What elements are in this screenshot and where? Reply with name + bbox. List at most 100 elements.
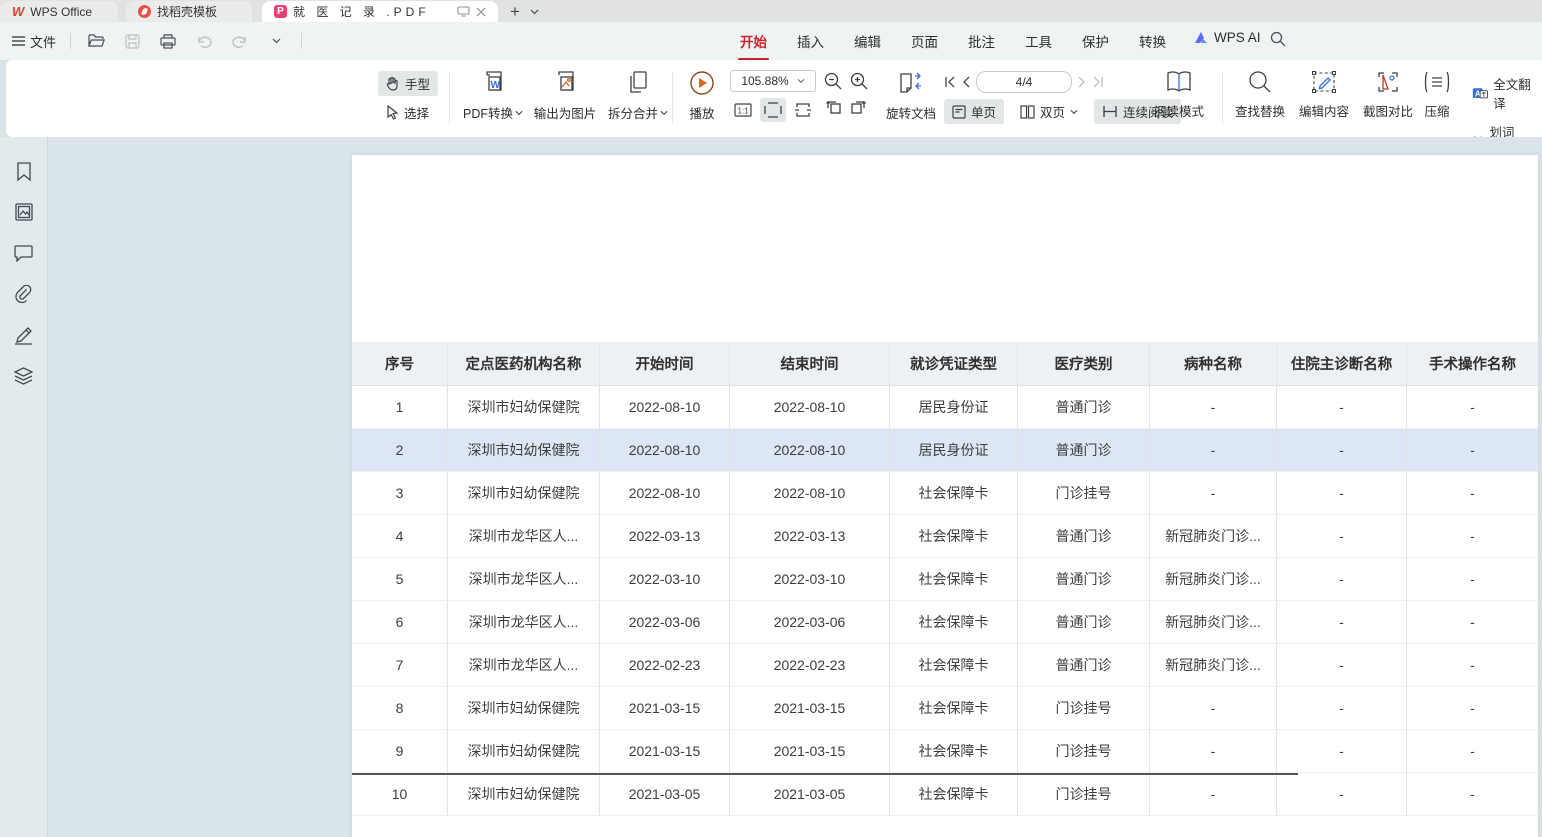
actual-size-button[interactable]: 1:1	[730, 98, 756, 122]
single-page-button[interactable]: 单页	[944, 99, 1004, 124]
rotate-left-icon[interactable]	[824, 98, 842, 114]
first-page-icon[interactable]	[944, 76, 956, 88]
fit-page-button[interactable]	[790, 98, 816, 122]
wps-office-window: W WPS Office 找稻壳模板 P 就 医 记 录 .PDF +	[0, 0, 1542, 837]
zoom-out-icon[interactable]	[824, 72, 842, 90]
table-cell: -	[1407, 515, 1538, 557]
table-cell: 深圳市妇幼保健院	[448, 687, 600, 729]
file-menu-button[interactable]: 文件	[12, 32, 56, 51]
wps-logo-icon: W	[12, 4, 24, 19]
hand-tool-button[interactable]: 手型	[378, 71, 438, 96]
table-cell: 新冠肺炎门诊...	[1150, 558, 1277, 600]
signature-icon[interactable]	[10, 323, 38, 347]
table-header-row: 序号定点医药机构名称开始时间结束时间就诊凭证类型医疗类别病种名称住院主诊断名称手…	[352, 342, 1538, 386]
table-cell: -	[1407, 386, 1538, 428]
search-icon	[1248, 70, 1272, 94]
column-header: 就诊凭证类型	[890, 342, 1018, 385]
tab-docer-templates[interactable]: 找稻壳模板	[126, 1, 252, 22]
menu-item-protect[interactable]: 保护	[1080, 27, 1111, 55]
undo-icon[interactable]	[193, 30, 215, 52]
table-cell: -	[1277, 386, 1407, 428]
read-mode-button[interactable]: 阅读模式	[1148, 70, 1210, 120]
table-cell: 2022-03-13	[730, 515, 890, 557]
table-cell: 门诊挂号	[1018, 472, 1150, 514]
close-tab-icon[interactable]	[476, 7, 486, 17]
book-icon	[1166, 70, 1192, 94]
edit-content-button[interactable]: 编辑内容	[1292, 70, 1356, 120]
select-tool-button[interactable]: 选择	[378, 100, 438, 125]
redo-icon[interactable]	[229, 30, 251, 52]
last-page-icon[interactable]	[1092, 76, 1104, 88]
table-cell: 新冠肺炎门诊...	[1150, 515, 1277, 557]
wps-ai-button[interactable]: WPS AI	[1193, 30, 1261, 45]
table-cell: 深圳市龙华区人...	[448, 601, 600, 643]
menu-item-tools[interactable]: 工具	[1023, 27, 1054, 55]
attachment-icon[interactable]	[10, 282, 38, 306]
table-cell: 社会保障卡	[890, 472, 1018, 514]
table-cell: 8	[352, 687, 448, 729]
wps-ai-logo-icon	[1193, 31, 1209, 45]
continuous-reading-icon	[1102, 105, 1118, 118]
rotate-document-button[interactable]: 旋转文档	[878, 70, 944, 122]
menu-item-edit[interactable]: 编辑	[852, 27, 883, 55]
table-cell: 社会保障卡	[890, 773, 1018, 815]
find-replace-button[interactable]: 查找替换	[1228, 70, 1292, 120]
rotate-right-icon[interactable]	[850, 98, 868, 114]
open-file-icon[interactable]	[85, 30, 107, 52]
menu-item-page[interactable]: 页面	[909, 27, 940, 55]
menu-item-home[interactable]: 开始	[738, 27, 769, 55]
table-cell: 3	[352, 472, 448, 514]
column-header: 病种名称	[1150, 342, 1277, 385]
save-icon[interactable]	[121, 30, 143, 52]
hand-icon	[386, 76, 400, 91]
bookmark-icon[interactable]	[10, 159, 38, 183]
prev-page-icon[interactable]	[962, 76, 970, 88]
menu-item-annotate[interactable]: 批注	[966, 27, 997, 55]
comment-icon[interactable]	[10, 241, 38, 265]
thumbnail-icon[interactable]	[10, 200, 38, 224]
compress-button[interactable]: 压缩	[1414, 70, 1460, 120]
tab-label: 找稻壳模板	[157, 3, 217, 20]
play-button[interactable]: 播放	[680, 70, 724, 122]
table-cell: 2022-08-10	[730, 386, 890, 428]
screenshot-compare-icon	[1375, 70, 1401, 94]
table-row: 3深圳市妇幼保健院2022-08-102022-08-10社会保障卡门诊挂号--…	[352, 472, 1538, 515]
page-number-input[interactable]	[976, 71, 1072, 93]
table-cell: 2021-03-15	[600, 730, 730, 772]
screenshot-compare-button[interactable]: 截图对比	[1356, 70, 1420, 120]
double-page-button[interactable]: 双页	[1012, 99, 1086, 124]
table-cell: 5	[352, 558, 448, 600]
column-header: 手术操作名称	[1407, 342, 1538, 385]
pdf-convert-button[interactable]: W PDF转换	[456, 70, 530, 122]
cursor-icon	[386, 105, 399, 120]
full-text-translate-button[interactable]: A 全文翻译	[1464, 71, 1542, 115]
table-row: 5深圳市龙华区人...2022-03-102022-03-10社会保障卡普通门诊…	[352, 558, 1538, 601]
export-as-image-button[interactable]: 输出为图片	[526, 70, 604, 122]
zoom-level-combo[interactable]: 105.88%	[730, 70, 816, 92]
table-cell: 深圳市龙华区人...	[448, 515, 600, 557]
table-cell: 2021-03-15	[600, 687, 730, 729]
more-actions-chevron-icon[interactable]	[265, 30, 287, 52]
split-merge-button[interactable]: 拆分合并	[600, 70, 676, 122]
tab-document-pdf[interactable]: P 就 医 记 录 .PDF	[262, 1, 498, 22]
table-cell: 社会保障卡	[890, 601, 1018, 643]
table-cell: 深圳市龙华区人...	[448, 558, 600, 600]
table-cell: 深圳市妇幼保健院	[448, 386, 600, 428]
menu-search-icon[interactable]	[1270, 31, 1286, 47]
tab-wps-office[interactable]: W WPS Office	[0, 1, 118, 22]
next-page-icon[interactable]	[1078, 76, 1086, 88]
fit-width-button[interactable]	[760, 98, 786, 122]
svg-text:W: W	[491, 80, 501, 91]
menu-item-insert[interactable]: 插入	[795, 27, 826, 55]
new-tab-button[interactable]: +	[510, 2, 520, 22]
table-cell: 普通门诊	[1018, 386, 1150, 428]
layers-icon[interactable]	[10, 364, 38, 388]
table-cell: 深圳市妇幼保健院	[448, 773, 600, 815]
column-header: 开始时间	[600, 342, 730, 385]
print-icon[interactable]	[157, 30, 179, 52]
table-row: 1深圳市妇幼保健院2022-08-102022-08-10居民身份证普通门诊--…	[352, 386, 1538, 429]
zoom-in-icon[interactable]	[850, 72, 868, 90]
cast-screen-icon[interactable]	[457, 6, 470, 17]
tab-list-chevron-icon[interactable]	[530, 9, 539, 15]
menu-item-convert[interactable]: 转换	[1137, 27, 1168, 55]
